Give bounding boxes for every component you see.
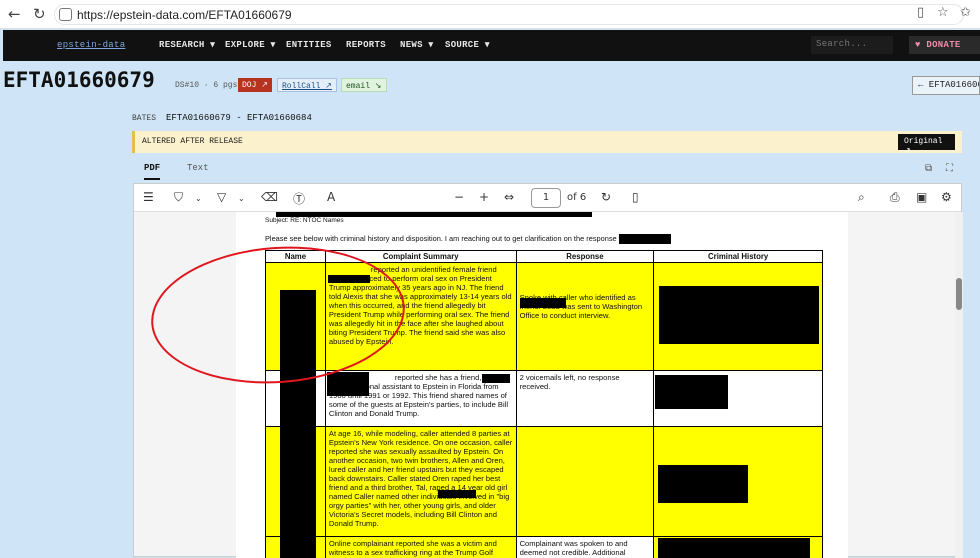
- nav-source[interactable]: SOURCE ▾: [445, 40, 490, 50]
- tab-text[interactable]: Text: [187, 163, 209, 173]
- page-view-icon[interactable]: ▯: [632, 190, 639, 204]
- header-response: Response: [516, 251, 654, 263]
- nav-entities[interactable]: ENTITIES: [286, 40, 332, 50]
- bookmark-star-icon[interactable]: ☆: [937, 5, 949, 20]
- bates-label: BATES: [132, 114, 156, 123]
- response-cell: Spoke with caller who identified as frie…: [516, 263, 654, 371]
- redaction-bar: [659, 286, 819, 344]
- copy-icon[interactable]: ⧉: [925, 163, 932, 174]
- redaction-bar: [482, 374, 510, 383]
- zoom-out-icon[interactable]: −: [454, 190, 464, 204]
- response-cell: Complainant was spoken to and deemed not…: [516, 537, 654, 558]
- back-arrow-icon[interactable]: ←: [8, 5, 21, 23]
- scrollbar-thumb[interactable]: [956, 278, 962, 310]
- site-navbar: epstein-data RESEARCH ▾ EXPLORE ▾ ENTITI…: [3, 30, 980, 61]
- original-button[interactable]: Original ↗: [898, 134, 955, 150]
- chevron-down-icon[interactable]: ⌄: [195, 194, 202, 203]
- response-cell: [516, 427, 654, 537]
- highlight-icon[interactable]: ⛉: [174, 190, 183, 205]
- address-bar[interactable]: https://epstein-data.com/EFTA01660679: [54, 4, 964, 25]
- previous-document-button[interactable]: ← EFTA01660678: [912, 76, 980, 95]
- fit-width-icon[interactable]: ⇔: [504, 190, 514, 204]
- save-icon[interactable]: ▣: [916, 190, 927, 204]
- print-icon[interactable]: ⎙: [890, 190, 900, 205]
- rollcall-tag[interactable]: RollCall ↗: [277, 78, 337, 92]
- browser-toolbar: ← ↻ https://epstein-data.com/EFTA0166067…: [0, 0, 980, 29]
- pdf-toolbar: ☰ ⛉ ⌄ ▽ ⌄ ⌫ Ⓣ A − + ⇔ 1 of 6 ↻ ▯ ⌕ ⎙ ▣ ⚙: [134, 184, 961, 212]
- donate-button[interactable]: ♥ DONATE: [909, 36, 980, 54]
- summary-cell: At age 16, while modeling, caller attend…: [325, 427, 516, 537]
- rotate-icon[interactable]: ↻: [601, 190, 611, 204]
- expand-icon[interactable]: ⛶: [946, 163, 953, 174]
- zoom-in-icon[interactable]: +: [479, 190, 489, 204]
- favorites-icon[interactable]: ✩: [960, 5, 971, 20]
- email-subject: Subject: RE: NTOC Names: [265, 217, 344, 224]
- redaction-bar: [658, 538, 810, 558]
- eraser-icon[interactable]: ⌫: [261, 190, 278, 204]
- url-text[interactable]: https://epstein-data.com/EFTA01660679: [77, 8, 292, 22]
- nav-news[interactable]: NEWS ▾: [400, 40, 433, 50]
- bates-value: EFTA01660679 - EFTA01660684: [166, 113, 312, 123]
- reload-icon[interactable]: ↻: [33, 5, 46, 23]
- scrollbar[interactable]: [955, 212, 963, 558]
- altered-banner: ALTERED AFTER RELEASE: [132, 131, 962, 153]
- redaction-bar: [619, 234, 671, 244]
- settings-gear-icon[interactable]: ⚙: [941, 190, 952, 204]
- tab-pdf[interactable]: PDF: [144, 163, 160, 180]
- reader-mode-icon[interactable]: ▯: [917, 5, 924, 20]
- outline-icon[interactable]: ☰: [143, 190, 154, 204]
- doj-tag[interactable]: DOJ ↗: [238, 78, 272, 92]
- text-box-icon[interactable]: Ⓣ: [293, 190, 305, 207]
- nav-research[interactable]: RESEARCH ▾: [159, 40, 215, 50]
- page-number-input[interactable]: 1: [531, 188, 561, 208]
- redaction-bar: [658, 465, 748, 503]
- email-intro: Please see below with criminal history a…: [265, 234, 625, 243]
- site-logo[interactable]: epstein-data: [57, 40, 125, 50]
- search-icon[interactable]: ⌕: [858, 190, 865, 205]
- header-criminal: Criminal History: [654, 251, 823, 263]
- heart-icon: ♥: [915, 40, 921, 50]
- nav-reports[interactable]: REPORTS: [346, 40, 386, 50]
- read-aloud-icon[interactable]: A: [327, 190, 335, 204]
- redaction-bar: [438, 490, 476, 498]
- site-info-icon[interactable]: [59, 8, 72, 21]
- bates-range: BATES EFTA01660679 - EFTA01660684: [132, 113, 312, 123]
- summary-cell: Online complainant reported she was a vi…: [325, 537, 516, 558]
- document-title: EFTA01660679: [3, 68, 155, 92]
- page-count: of 6: [567, 192, 586, 203]
- document-meta: DS#10 · 6 pgs: [175, 81, 237, 90]
- search-input[interactable]: Search...: [811, 36, 893, 54]
- draw-icon[interactable]: ▽: [217, 190, 226, 204]
- donate-label: DONATE: [926, 40, 960, 50]
- redaction-bar: [520, 298, 566, 308]
- redaction-bar: [327, 372, 369, 396]
- response-cell: 2 voicemails left, no response received.: [516, 371, 654, 427]
- nav-explore[interactable]: EXPLORE ▾: [225, 40, 275, 50]
- email-tag[interactable]: email ↘: [341, 78, 387, 92]
- redaction-bar: [655, 375, 728, 409]
- chevron-down-icon[interactable]: ⌄: [238, 194, 245, 203]
